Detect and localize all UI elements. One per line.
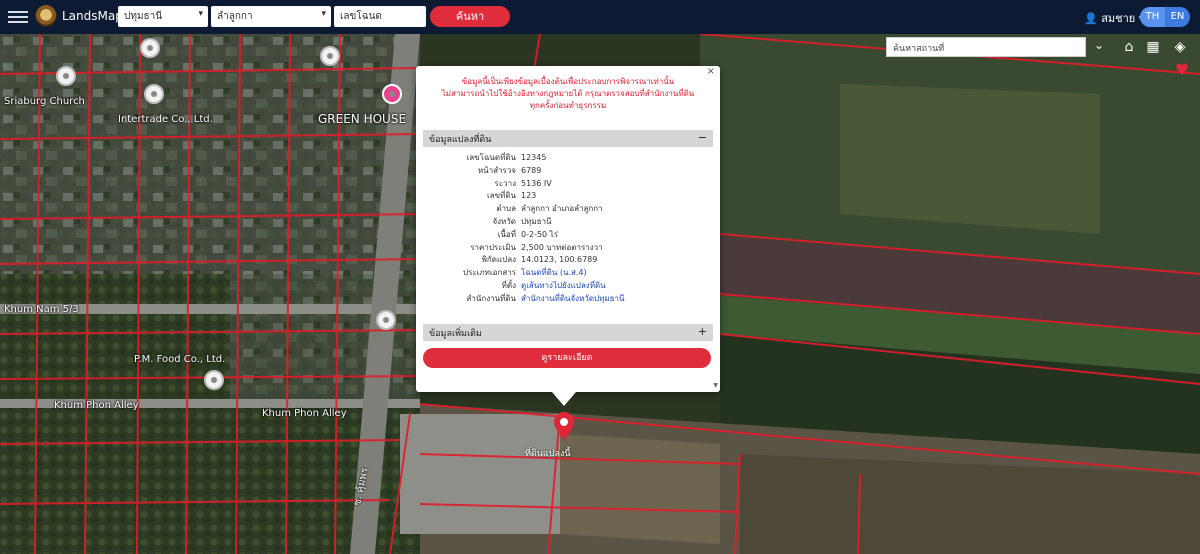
poi-marker-icon[interactable] xyxy=(376,310,396,330)
layers-icon[interactable]: ◈ xyxy=(1170,37,1190,57)
marker-label: ที่ดินแปลงนี้ xyxy=(525,449,571,459)
disclaimer-line-1: ข้อมูลนี้เป็นเพียงข้อมูลเบื้องต้นเพื่อปร… xyxy=(461,77,675,86)
place-label-church: Sriaburg Church xyxy=(4,96,85,107)
detail-row: ระวาง 5136 IV xyxy=(423,178,713,191)
parcel-detail-list: เลขโฉนดที่ดิน 12345 หน้าสำรวจ 6789 ระวาง 51… xyxy=(423,152,713,306)
home-icon[interactable]: ⌂ xyxy=(1119,37,1139,57)
detail-key: หน้าสำรวจ xyxy=(477,165,516,175)
section-header-parcel[interactable]: ข้อมูลแปลงที่ดิน − xyxy=(423,130,713,147)
search-button[interactable]: ค้นหา xyxy=(430,6,510,27)
detail-row: เลขโฉนดที่ดิน 12345 xyxy=(423,152,713,165)
detail-value: 6789 xyxy=(521,165,542,175)
detail-row: พิกัดแปลง 14.0123, 100.6789 xyxy=(423,254,713,267)
collapse-icon[interactable]: − xyxy=(698,131,707,144)
detail-row: สำนักงานที่ดิน สำนักงานที่ดินจังหวัดปทุมธ… xyxy=(423,293,713,306)
top-navbar: LandsMaps ปทุมธานี ▾ ลำลูกกา ▾ เลขโฉนด ค… xyxy=(0,0,1200,34)
street-label-khum-phon-1: Khum Phon Alley xyxy=(54,400,139,411)
detail-key: ราคาประเมิน xyxy=(470,242,516,252)
place-label-greenhouse: GREEN HOUSE xyxy=(318,112,407,126)
detail-key: พิกัดแปลง xyxy=(481,255,516,265)
district-select-value: ลำลูกกา xyxy=(217,11,253,22)
detail-key: จังหวัด xyxy=(492,216,516,226)
detail-row: เนื้อที่ 0-2-50 ไร่ xyxy=(423,229,713,242)
poi-marker-icon[interactable] xyxy=(140,38,160,58)
heart-icon[interactable]: ♥ xyxy=(1172,60,1192,80)
disclaimer-line-3: ทุกครั้งก่อนทำธุรกรรม xyxy=(529,101,607,110)
popup-pointer xyxy=(552,392,576,406)
section-title: ข้อมูลแปลงที่ดิน xyxy=(429,135,492,145)
poi-marker-icon[interactable] xyxy=(204,370,224,390)
detail-value: 5136 IV xyxy=(521,178,552,188)
detail-value: 2,500 บาทต่อตารางวา xyxy=(521,242,603,252)
user-icon: 👤 xyxy=(1084,12,1098,25)
detail-value: ปทุมธานี xyxy=(521,216,552,226)
chevron-down-icon: ▾ xyxy=(321,9,326,19)
parcel-location-marker-icon[interactable] xyxy=(554,412,574,440)
chevron-down-icon[interactable]: ⌄ xyxy=(1094,38,1104,52)
detail-row: หน้าสำรวจ 6789 xyxy=(423,165,713,178)
detail-row: เลขที่ดิน 123 xyxy=(423,190,713,203)
section-header-more[interactable]: ข้อมูลเพิ่มเติม + xyxy=(423,324,713,341)
detail-key: ระวาง xyxy=(494,178,516,188)
land-office-link[interactable]: สำนักงานที่ดินจังหวัดปทุมธานี xyxy=(521,293,625,305)
grid-icon[interactable]: ▦ xyxy=(1143,37,1163,57)
street-label-khum-phon-2: Khum Phon Alley xyxy=(262,408,347,419)
province-select[interactable]: ปทุมธานี ▾ xyxy=(118,6,208,27)
chevron-down-icon: ▾ xyxy=(198,9,203,19)
department-seal-logo xyxy=(35,5,57,27)
poi-marker-shop-icon[interactable] xyxy=(382,84,402,104)
scroll-down-icon[interactable]: ▼ xyxy=(713,382,718,389)
parcel-number-value: เลขโฉนด xyxy=(340,11,382,22)
detail-row: ที่ตั้ง ดูเส้นทางไปยังแปลงที่ดิน xyxy=(423,280,713,293)
detail-row: ประเภทเอกสาร โฉนดที่ดิน (น.ส.4) xyxy=(423,267,713,280)
user-menu[interactable]: 👤 สมชาย ▾ xyxy=(1084,9,1144,27)
detail-value: 123 xyxy=(521,191,537,201)
parcel-number-input[interactable]: เลขโฉนด xyxy=(334,6,426,27)
detail-key: ประเภทเอกสาร xyxy=(462,268,516,278)
province-select-value: ปทุมธานี xyxy=(124,11,163,22)
poi-marker-icon[interactable] xyxy=(56,66,76,86)
section-title: ข้อมูลเพิ่มเติม xyxy=(429,329,482,339)
disclaimer-line-2: ไม่สามารถนำไปใช้อ้างอิงทางกฎหมายได้ กรุณ… xyxy=(441,89,695,98)
detail-key: ตำบล xyxy=(496,204,516,214)
detail-link[interactable]: โฉนดที่ดิน (น.ส.4) xyxy=(521,267,587,279)
detail-value: 0-2-50 ไร่ xyxy=(521,229,558,239)
map-search-input[interactable]: ค้นหาสถานที่ xyxy=(886,37,1086,57)
detail-row: ตำบล ลำลูกกา อำเภอลำลูกกา xyxy=(423,203,713,216)
expand-icon[interactable]: + xyxy=(698,325,707,338)
district-select[interactable]: ลำลูกกา ▾ xyxy=(211,6,331,27)
poi-marker-icon[interactable] xyxy=(144,84,164,104)
place-label-intertrade: Intertrade Co., Ltd. xyxy=(118,114,213,125)
disclaimer-alert: ข้อมูลนี้เป็นเพียงข้อมูลเบื้องต้นเพื่อปร… xyxy=(424,76,712,112)
place-label-pm-food: P.M. Food Co., Ltd. xyxy=(134,354,226,365)
lang-en-button[interactable]: EN xyxy=(1165,7,1190,27)
lang-th-button[interactable]: TH xyxy=(1140,7,1165,27)
menu-icon[interactable] xyxy=(8,8,28,26)
detail-row: ราคาประเมิน 2,500 บาทต่อตารางวา xyxy=(423,242,713,255)
detail-key: ที่ตั้ง xyxy=(501,280,516,290)
detail-value: ลำลูกกา อำเภอลำลูกกา xyxy=(521,204,603,214)
detail-key: เลขที่ดิน xyxy=(486,191,516,201)
detail-key: เลขโฉนดที่ดิน xyxy=(466,153,516,162)
detail-value: 14.0123, 100.6789 xyxy=(521,255,598,265)
street-label-khum-nam: Khum Nam 5/3 xyxy=(4,304,79,315)
user-name: สมชาย xyxy=(1101,12,1136,25)
view-details-button[interactable]: ดูรายละเอียด xyxy=(423,348,711,368)
language-toggle[interactable]: TH EN xyxy=(1140,7,1190,27)
detail-key: เนื้อที่ xyxy=(497,229,516,239)
poi-marker-icon[interactable] xyxy=(320,46,340,66)
detail-row: จังหวัด ปทุมธานี xyxy=(423,216,713,229)
parcel-info-popup: × ข้อมูลนี้เป็นเพียงข้อมูลเบื้องต้นเพื่อ… xyxy=(416,66,720,392)
detail-key: สำนักงานที่ดิน xyxy=(466,293,517,303)
directions-link[interactable]: ดูเส้นทางไปยังแปลงที่ดิน xyxy=(521,280,606,292)
detail-value: 12345 xyxy=(521,153,547,162)
